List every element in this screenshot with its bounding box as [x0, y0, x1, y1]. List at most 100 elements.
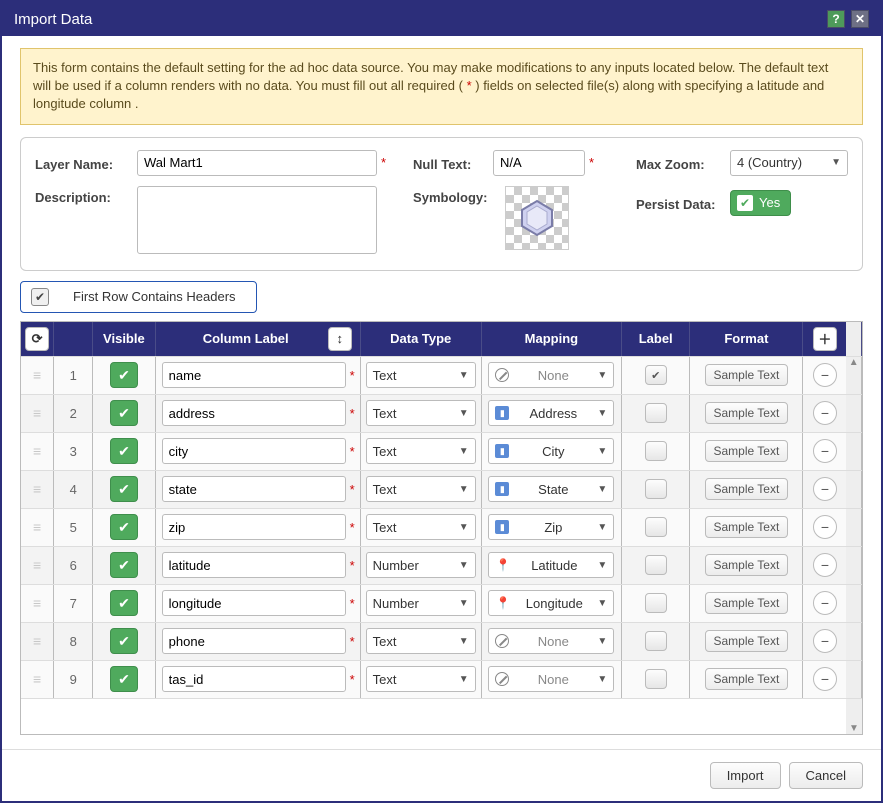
help-button[interactable]: ?	[827, 10, 845, 28]
visible-checkbox[interactable]: ✔	[110, 628, 138, 654]
mapping-select[interactable]: 📍Longitude▼	[488, 590, 614, 616]
data-type-select[interactable]: Text▼	[366, 438, 476, 464]
format-button[interactable]: Sample Text	[705, 630, 789, 652]
scrollbar-track[interactable]	[846, 623, 862, 660]
drag-handle-icon[interactable]: ≡	[33, 367, 41, 383]
label-checkbox[interactable]	[645, 593, 667, 613]
none-icon	[495, 672, 509, 686]
label-checkbox[interactable]	[645, 517, 667, 537]
data-type-select[interactable]: Number▼	[366, 552, 476, 578]
scrollbar-track[interactable]	[846, 509, 862, 546]
remove-row-button[interactable]: −	[813, 667, 837, 691]
data-type-select[interactable]: Text▼	[366, 666, 476, 692]
data-type-value: Number	[373, 558, 419, 573]
drag-handle-icon[interactable]: ≡	[33, 481, 41, 497]
visible-checkbox[interactable]: ✔	[110, 666, 138, 692]
visible-checkbox[interactable]: ✔	[110, 476, 138, 502]
import-button[interactable]: Import	[710, 762, 781, 789]
visible-checkbox[interactable]: ✔	[110, 514, 138, 540]
data-type-select[interactable]: Text▼	[366, 628, 476, 654]
null-text-input[interactable]	[493, 150, 585, 176]
label-checkbox[interactable]	[645, 479, 667, 499]
checkbox-icon: ✔	[31, 288, 49, 306]
mapping-select[interactable]: None▼	[488, 666, 614, 692]
mapping-select[interactable]: 📍Latitude▼	[488, 552, 614, 578]
scrollbar-track[interactable]	[846, 661, 862, 698]
column-label-input[interactable]	[162, 590, 346, 616]
remove-row-button[interactable]: −	[813, 591, 837, 615]
label-checkbox[interactable]: ✔	[645, 365, 667, 385]
drag-handle-icon[interactable]: ≡	[33, 557, 41, 573]
column-label-input[interactable]	[162, 438, 346, 464]
format-button[interactable]: Sample Text	[705, 516, 789, 538]
data-type-select[interactable]: Text▼	[366, 362, 476, 388]
visible-checkbox[interactable]: ✔	[110, 552, 138, 578]
remove-row-button[interactable]: −	[813, 401, 837, 425]
drag-handle-icon[interactable]: ≡	[33, 405, 41, 421]
column-label-input[interactable]	[162, 666, 346, 692]
column-label-input[interactable]	[162, 514, 346, 540]
format-button[interactable]: Sample Text	[705, 478, 789, 500]
label-checkbox[interactable]	[645, 555, 667, 575]
symbology-preview[interactable]	[505, 186, 569, 250]
persist-data-toggle[interactable]: ✔ Yes	[730, 190, 791, 216]
format-button[interactable]: Sample Text	[705, 592, 789, 614]
drag-handle-icon[interactable]: ≡	[33, 633, 41, 649]
data-type-select[interactable]: Text▼	[366, 400, 476, 426]
scrollbar-track[interactable]	[846, 585, 862, 622]
visible-checkbox[interactable]: ✔	[110, 590, 138, 616]
mapping-select[interactable]: ▮Address▼	[488, 400, 614, 426]
column-label-input[interactable]	[162, 552, 346, 578]
visible-checkbox[interactable]: ✔	[110, 362, 138, 388]
mapping-select[interactable]: ▮State▼	[488, 476, 614, 502]
scrollbar-track[interactable]	[846, 433, 862, 470]
visible-checkbox[interactable]: ✔	[110, 400, 138, 426]
label-checkbox[interactable]	[645, 403, 667, 423]
data-type-select[interactable]: Number▼	[366, 590, 476, 616]
remove-row-button[interactable]: −	[813, 477, 837, 501]
drag-handle-icon[interactable]: ≡	[33, 595, 41, 611]
scroll-down-icon[interactable]: ▼	[846, 699, 862, 734]
drag-handle-icon[interactable]: ≡	[33, 443, 41, 459]
mapping-select[interactable]: ▮Zip▼	[488, 514, 614, 540]
required-indicator: *	[350, 558, 355, 573]
column-label-input[interactable]	[162, 362, 346, 388]
format-button[interactable]: Sample Text	[705, 668, 789, 690]
data-type-select[interactable]: Text▼	[366, 476, 476, 502]
column-label-input[interactable]	[162, 476, 346, 502]
drag-handle-icon[interactable]: ≡	[33, 519, 41, 535]
remove-row-button[interactable]: −	[813, 439, 837, 463]
sort-button[interactable]: ↕	[328, 327, 352, 351]
layer-name-input[interactable]	[137, 150, 377, 176]
format-button[interactable]: Sample Text	[705, 440, 789, 462]
scrollbar-track[interactable]	[846, 547, 862, 584]
mapping-select[interactable]: None▼	[488, 362, 614, 388]
remove-row-button[interactable]: −	[813, 363, 837, 387]
remove-row-button[interactable]: −	[813, 515, 837, 539]
mapping-select[interactable]: None▼	[488, 628, 614, 654]
visible-checkbox[interactable]: ✔	[110, 438, 138, 464]
label-checkbox[interactable]	[645, 631, 667, 651]
format-button[interactable]: Sample Text	[705, 364, 789, 386]
format-button[interactable]: Sample Text	[705, 554, 789, 576]
mapping-select[interactable]: ▮City▼	[488, 438, 614, 464]
data-type-select[interactable]: Text▼	[366, 514, 476, 540]
scrollbar-track[interactable]	[846, 471, 862, 508]
refresh-button[interactable]: ⟳	[25, 327, 49, 351]
close-button[interactable]: ✕	[851, 10, 869, 28]
scrollbar-track[interactable]	[846, 395, 862, 432]
cancel-button[interactable]: Cancel	[789, 762, 863, 789]
description-input[interactable]	[137, 186, 377, 254]
column-label-input[interactable]	[162, 400, 346, 426]
remove-row-button[interactable]: −	[813, 553, 837, 577]
scroll-up-icon[interactable]: ▲	[846, 357, 862, 394]
column-label-input[interactable]	[162, 628, 346, 654]
label-checkbox[interactable]	[645, 441, 667, 461]
max-zoom-select[interactable]: 4 (Country) ▼	[730, 150, 848, 176]
drag-handle-icon[interactable]: ≡	[33, 671, 41, 687]
first-row-headers-toggle[interactable]: ✔ First Row Contains Headers	[20, 281, 257, 313]
format-button[interactable]: Sample Text	[705, 402, 789, 424]
label-checkbox[interactable]	[645, 669, 667, 689]
remove-row-button[interactable]: −	[813, 629, 837, 653]
add-row-button[interactable]: ＋	[813, 327, 837, 351]
